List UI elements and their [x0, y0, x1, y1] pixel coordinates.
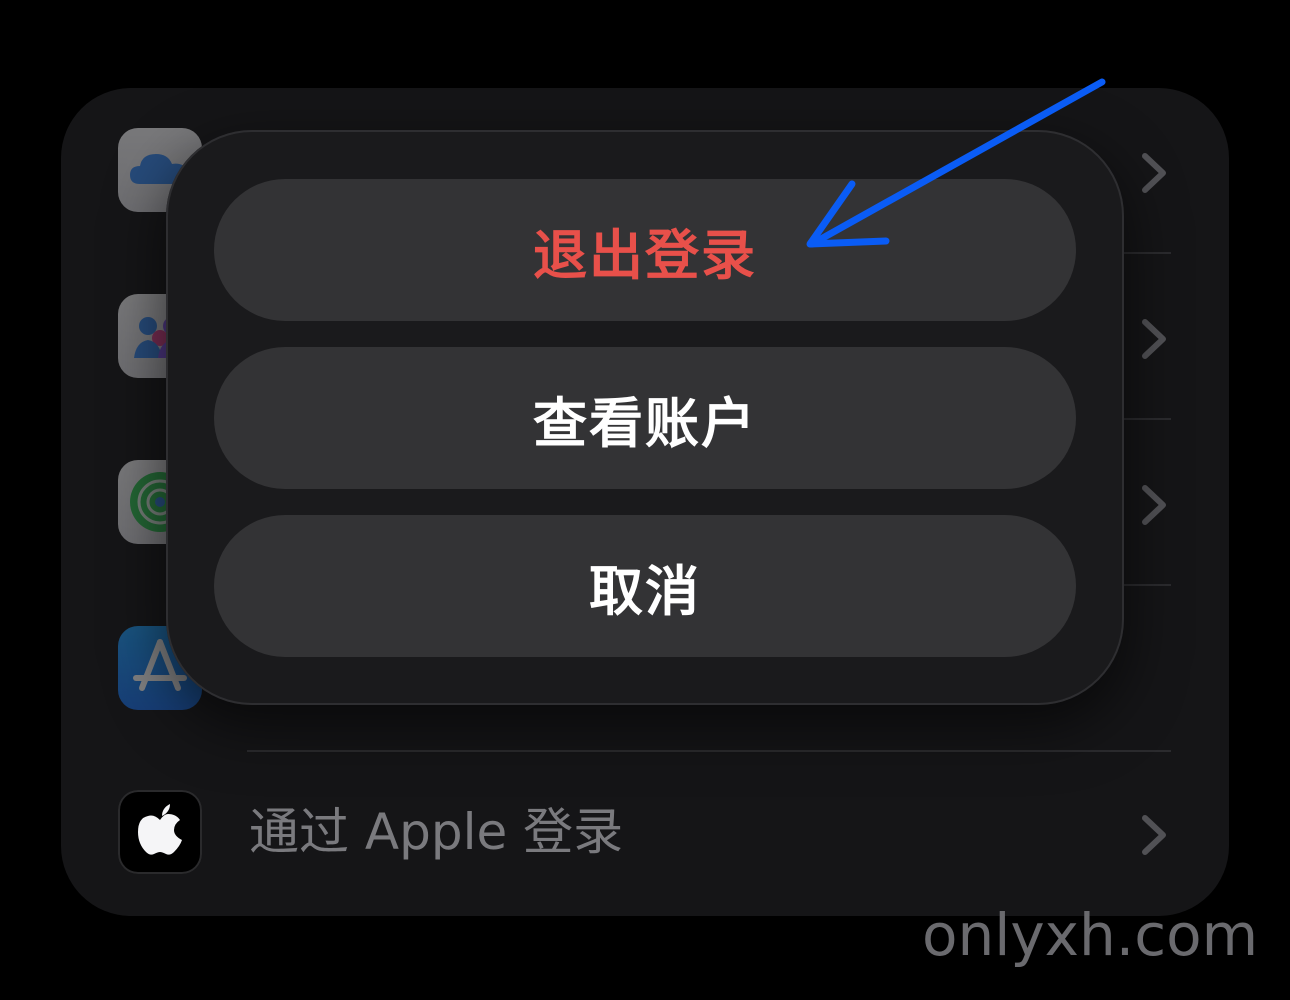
apple-logo-icon	[118, 790, 202, 874]
action-sheet: 退出登录 查看账户 取消	[166, 130, 1124, 705]
chevron-right-icon	[1142, 153, 1166, 193]
view-account-button[interactable]: 查看账户	[214, 347, 1076, 489]
chevron-right-icon	[1142, 485, 1166, 525]
screen: 通过 Apple 登录 退出登录 查看账户 取消 onlyxh.com	[0, 0, 1290, 1000]
sign-in-with-apple-label: 通过 Apple 登录	[249, 803, 624, 861]
sign-out-button[interactable]: 退出登录	[214, 179, 1076, 321]
cancel-button[interactable]: 取消	[214, 515, 1076, 657]
chevron-right-icon	[1142, 319, 1166, 359]
chevron-right-icon	[1142, 815, 1166, 855]
settings-row-sign-in-with-apple[interactable]: 通过 Apple 登录	[61, 750, 1229, 916]
watermark: onlyxh.com	[922, 901, 1259, 969]
